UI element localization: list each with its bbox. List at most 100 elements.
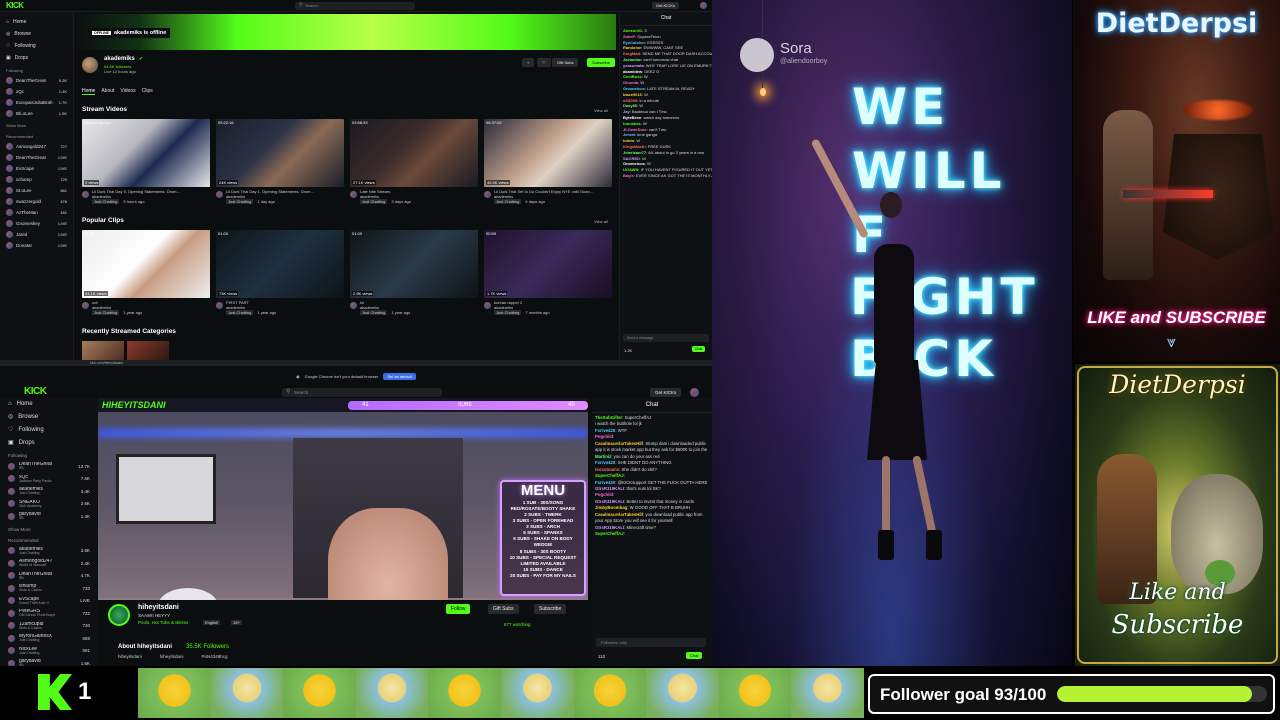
chat-username[interactable]: tunnakos xyxy=(623,121,641,126)
chat-username[interactable]: Fxrrve420 xyxy=(595,480,615,485)
chat-username[interactable]: SuperCheffAJ xyxy=(595,473,624,478)
sidebar-channel[interactable]: ishlump Slots & Casino 733 xyxy=(0,582,98,595)
view-all-videos[interactable]: View all xyxy=(594,108,608,113)
video-category[interactable]: Just Chatting xyxy=(360,310,388,315)
video-category[interactable]: Just Chatting xyxy=(360,199,388,204)
sidebar-channel[interactable]: AzTheMan 181 xyxy=(0,207,73,218)
sidebar-channel[interactable]: EvScape Grand Theft Auto V LIVE xyxy=(0,595,98,608)
chat-username[interactable]: SokeF xyxy=(623,34,635,39)
chat-username[interactable]: Javianiac xyxy=(623,57,641,62)
chat-username[interactable]: Martiniz xyxy=(595,454,611,459)
chat-username[interactable]: UOAWN xyxy=(623,167,638,172)
sidebar-channel[interactable]: Asmongold247 World of Warcraft 2.4K xyxy=(0,557,98,570)
category-thumbnail[interactable] xyxy=(127,341,169,360)
chat-send-button[interactable]: Chat xyxy=(692,346,706,352)
category-thumbnail[interactable] xyxy=(82,341,124,360)
sidebar-channel[interactable]: EvScape LIVE xyxy=(0,163,73,174)
sidebar-channel[interactable]: xchamp 729 xyxy=(0,174,73,185)
sidebar-channel[interactable]: garydavid IRL 1.4K xyxy=(0,510,98,523)
video-thumbnail[interactable]: 01:00 41.1K views xyxy=(82,230,210,298)
chat-username[interactable]: CasalmacerlarTakesHill xyxy=(595,512,643,517)
kick-logo[interactable]: KICK xyxy=(6,1,24,10)
channel-avatar[interactable] xyxy=(82,57,98,73)
chat-username[interactable]: JeroId xyxy=(623,132,635,137)
sidebar-channel[interactable]: Jared LIVE xyxy=(0,229,73,240)
sidebar-channel[interactable]: xQc 1.4K xyxy=(0,86,73,97)
heart-icon[interactable]: ♡ xyxy=(537,58,551,67)
video-thumbnail[interactable]: 01:00 2.5K views xyxy=(350,230,478,298)
get-kicks-button[interactable]: Get KICKs xyxy=(652,2,679,9)
sidebar-item-home[interactable]: ⌂ Home xyxy=(0,398,98,410)
view-all-clips[interactable]: View all xyxy=(594,219,608,224)
sidebar-channel[interactable]: PeteGRS Old School RuneScape 722 xyxy=(0,607,98,620)
chat-username[interactable]: yeasumata xyxy=(623,63,644,68)
chat-input[interactable]: Send a message xyxy=(623,334,709,342)
notify-icon[interactable]: ⌁ xyxy=(522,58,535,67)
video-category[interactable]: Just Chatting xyxy=(494,310,522,315)
chat-username[interactable]: TheSubGifter xyxy=(595,415,622,420)
chat-username[interactable]: JeterIsam77 xyxy=(623,150,646,155)
chat-username[interactable]: Fxrrve420 xyxy=(595,428,615,433)
instagram-link[interactable]: hiheyitsdani xyxy=(118,654,142,659)
address-bar[interactable]: kick.com/hiheyitsdani xyxy=(0,360,712,366)
sidebar-channel[interactable]: akademiks Just Chatting 3.4K xyxy=(0,485,98,498)
chat-username[interactable]: Aimsun01 xyxy=(623,28,642,33)
chat-username[interactable]: Jay xyxy=(623,109,630,114)
chat-username[interactable]: JLOwerDoer xyxy=(623,127,647,132)
chat-username[interactable]: Bayle xyxy=(623,173,634,178)
chat-username[interactable]: blaze9616 xyxy=(623,92,642,97)
chat-username[interactable]: JimbyBoombag xyxy=(595,505,627,510)
channel-name[interactable]: hiheyitsdani xyxy=(138,604,179,611)
show-more-link[interactable]: Show More xyxy=(0,119,73,130)
channel-name[interactable]: akademiks xyxy=(104,56,135,62)
sidebar-channel[interactable]: DeanTheGreat IRL 4.7K xyxy=(0,570,98,583)
gift-subs-button[interactable]: Gift Subs xyxy=(488,604,519,614)
kick-logo[interactable]: KICK xyxy=(24,386,47,397)
chat-username[interactable]: SuperCheffAJ xyxy=(595,531,624,536)
chat-username[interactable]: KingsMacth xyxy=(623,144,646,149)
sidebar-item-drops[interactable]: ▣ Drops xyxy=(0,436,98,449)
tab-about[interactable]: About xyxy=(101,88,114,95)
sidebar-channel[interactable]: NickLee Just Chatting 591 xyxy=(0,645,98,658)
chat-username[interactable]: EyeCatcher xyxy=(623,40,645,45)
video-category[interactable]: Just Chatting xyxy=(494,199,522,204)
sidebar-item-following[interactable]: ♡ Following xyxy=(0,423,98,436)
chat-username[interactable]: Ghonda xyxy=(623,80,638,85)
sidebar-item-home[interactable]: ⌂ Home xyxy=(0,16,73,28)
video-category[interactable]: Just Chatting xyxy=(226,199,254,204)
avatar[interactable] xyxy=(700,2,707,9)
sidebar-item-drops[interactable]: ▣ Drops xyxy=(0,52,73,64)
chat-username[interactable]: tossotoams xyxy=(595,467,619,472)
sidebar-channel[interactable]: swazzergold 476 xyxy=(0,196,73,207)
search-input[interactable]: Search xyxy=(282,388,442,397)
get-kicks-button[interactable]: Get KICKs xyxy=(650,388,682,397)
channel-avatar[interactable] xyxy=(108,604,130,626)
sidebar-item-browse[interactable]: ◎ Browse xyxy=(0,28,73,40)
chat-username[interactable]: Gnomeicus xyxy=(623,161,645,166)
sidebar-channel[interactable]: Asmongold247 727 xyxy=(0,141,73,152)
sidebar-channel[interactable]: Donatar LIVE xyxy=(0,240,73,251)
avatar[interactable] xyxy=(690,388,699,397)
tab-videos[interactable]: Videos xyxy=(120,88,135,95)
sidebar-channel[interactable]: DeanTheGreat LIVE xyxy=(0,152,73,163)
chat-username[interactable]: GtrsR319KALI xyxy=(595,486,624,491)
sidebar-channel[interactable]: SNEAKO Club Academy 2.6K xyxy=(0,498,98,511)
chat-username[interactable]: GtrsR319KALI xyxy=(595,499,624,504)
category-tag[interactable]: Pools, Hot Tubs & Bikinis xyxy=(138,620,188,625)
show-more-link[interactable]: Show More xyxy=(0,523,98,534)
video-thumbnail[interactable]: 06:37:02 45.5K views xyxy=(484,119,612,187)
chat-send-button[interactable]: Chat xyxy=(686,652,703,659)
video-thumbnail[interactable]: 05:22:16 24K views xyxy=(216,119,344,187)
video-category[interactable]: Just Chatting xyxy=(226,310,254,315)
x-link[interactable]: hiheyitsdani xyxy=(160,654,184,659)
sidebar-channel[interactable]: MyronGainesX Just Chatting 665 xyxy=(0,632,98,645)
chat-username[interactable]: Randome xyxy=(623,45,641,50)
video-thumbnail[interactable]: 01:00 73K views xyxy=(216,230,344,298)
subscribe-button[interactable]: Subscribe xyxy=(587,58,615,67)
chat-username[interactable]: ByteBeve xyxy=(623,115,641,120)
sidebar-channel[interactable]: DeanTheGreat IRL 12.7K xyxy=(0,460,98,473)
video-thumbnail[interactable]: 03:58:33 27.1K views xyxy=(350,119,478,187)
chat-username[interactable]: KingMatt xyxy=(623,51,640,56)
video-category[interactable]: Just Chatting xyxy=(92,199,120,204)
video-category[interactable]: Just Chatting xyxy=(92,310,120,315)
